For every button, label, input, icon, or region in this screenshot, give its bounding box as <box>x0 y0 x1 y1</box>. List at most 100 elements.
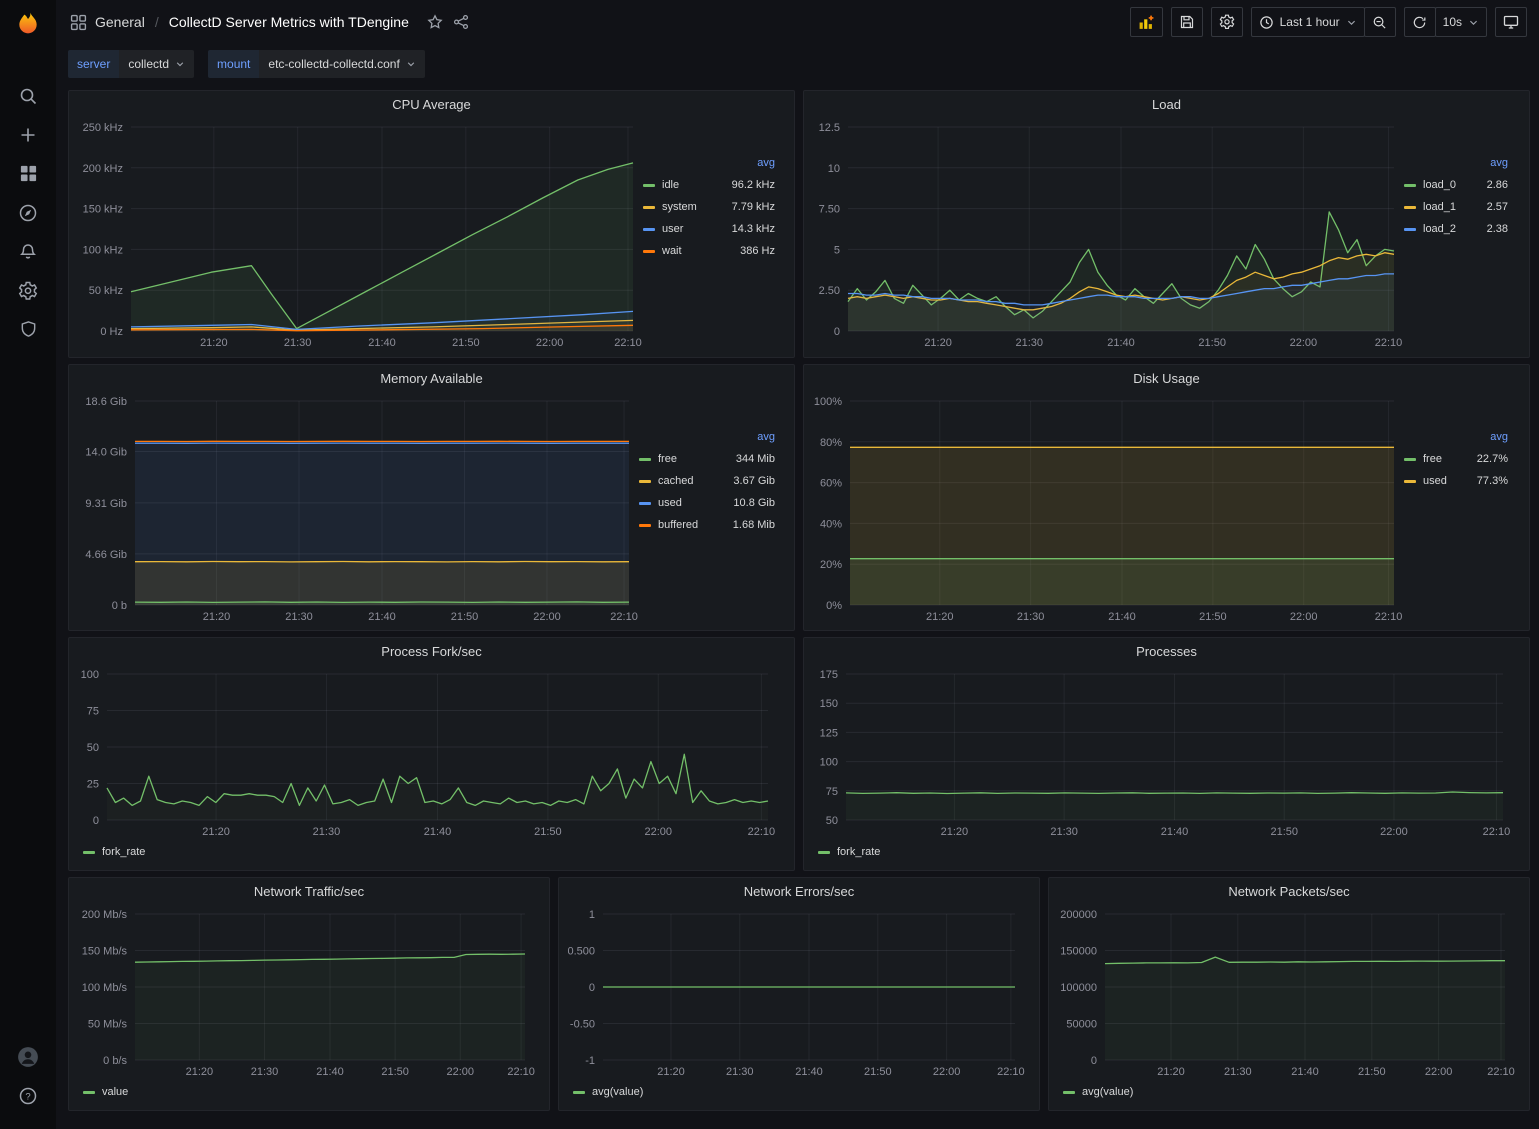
series-name[interactable]: load_2 <box>1423 223 1456 235</box>
legend-item[interactable]: value <box>83 1086 128 1098</box>
svg-text:75: 75 <box>826 786 838 798</box>
grafana-logo[interactable] <box>0 0 56 48</box>
legend-item[interactable]: idle96.2 kHz <box>643 175 777 195</box>
sidebar-item-configuration[interactable] <box>0 271 56 310</box>
timeseries-chart[interactable]: 0 b/s50 Mb/s100 Mb/s150 Mb/s200 Mb/s21:2… <box>73 904 535 1080</box>
panel-title[interactable]: Network Errors/sec <box>744 884 855 899</box>
legend-item[interactable]: buffered1.68 Mib <box>639 515 777 535</box>
series-name[interactable]: fork_rate <box>837 846 880 858</box>
variable-value-dropdown[interactable]: collectd <box>119 50 194 78</box>
panel-header[interactable]: Load <box>804 91 1529 117</box>
legend-item[interactable]: avg(value) <box>573 1086 643 1098</box>
panel-title[interactable]: Process Fork/sec <box>381 644 481 659</box>
legend-item[interactable]: load_02.86 <box>1404 175 1510 195</box>
legend-item[interactable]: used77.3% <box>1404 471 1510 491</box>
svg-text:22:00: 22:00 <box>446 1066 474 1078</box>
series-name[interactable]: cached <box>658 475 693 487</box>
timeseries-chart[interactable]: 02.5057.501012.521:2021:3021:4021:5022:0… <box>808 117 1404 351</box>
zoom-out-time-button[interactable] <box>1364 7 1396 37</box>
svg-text:21:40: 21:40 <box>368 611 396 623</box>
panel-title[interactable]: Load <box>1152 97 1181 112</box>
legend-item[interactable]: free22.7% <box>1404 449 1510 469</box>
panel-header[interactable]: Disk Usage <box>804 365 1529 391</box>
sidebar-item-search[interactable] <box>0 76 56 115</box>
legend-item[interactable]: fork_rate <box>818 846 880 858</box>
gear-icon <box>1219 14 1235 30</box>
series-name[interactable]: buffered <box>658 519 698 531</box>
timeseries-chart[interactable]: 0 Hz50 kHz100 kHz150 kHz200 kHz250 kHz21… <box>73 117 643 351</box>
panel-header[interactable]: Network Traffic/sec <box>69 878 549 904</box>
legend-item[interactable]: wait386 Hz <box>643 241 777 261</box>
panel-header[interactable]: Processes <box>804 638 1529 664</box>
panel-title[interactable]: Network Packets/sec <box>1228 884 1349 899</box>
legend-item[interactable]: system7.79 kHz <box>643 197 777 217</box>
legend-item[interactable]: cached3.67 Gib <box>639 471 777 491</box>
panel-header[interactable]: Memory Available <box>69 365 794 391</box>
share-icon[interactable] <box>453 14 469 30</box>
series-name[interactable]: idle <box>662 179 679 191</box>
star-icon[interactable] <box>427 14 443 30</box>
svg-text:21:50: 21:50 <box>1198 337 1226 349</box>
legend: avgfree22.7%used77.3% <box>1404 391 1516 628</box>
add-panel-button[interactable] <box>1130 7 1163 37</box>
series-name[interactable]: value <box>102 1086 128 1098</box>
series-name[interactable]: load_1 <box>1423 201 1456 213</box>
panel-title[interactable]: Network Traffic/sec <box>254 884 364 899</box>
refresh-interval-button[interactable]: 10s <box>1435 7 1487 37</box>
timeseries-chart[interactable]: 05000010000015000020000021:2021:3021:402… <box>1053 904 1515 1080</box>
dashboard-title[interactable]: CollectD Server Metrics with TDengine <box>169 14 409 30</box>
panel-header[interactable]: Network Errors/sec <box>559 878 1039 904</box>
panel-title[interactable]: Disk Usage <box>1133 371 1199 386</box>
sidebar-item-help[interactable]: ? <box>0 1076 56 1115</box>
panel-title[interactable]: Memory Available <box>380 371 482 386</box>
svg-text:250 kHz: 250 kHz <box>83 122 123 134</box>
sidebar-item-alerting[interactable] <box>0 232 56 271</box>
svg-text:21:30: 21:30 <box>1224 1066 1252 1078</box>
cycle-view-button[interactable] <box>1495 7 1527 37</box>
time-picker-button[interactable]: Last 1 hour <box>1251 7 1365 37</box>
timeseries-chart[interactable]: 0%20%40%60%80%100%21:2021:3021:4021:5022… <box>808 391 1404 625</box>
legend-item[interactable]: used10.8 Gib <box>639 493 777 513</box>
series-name[interactable]: wait <box>662 245 682 257</box>
series-name[interactable]: used <box>1423 475 1447 487</box>
series-name[interactable]: user <box>662 223 683 235</box>
series-name[interactable]: load_0 <box>1423 179 1456 191</box>
panel-header[interactable]: Process Fork/sec <box>69 638 794 664</box>
timeseries-chart[interactable]: 0 b4.66 Gib9.31 Gib14.0 Gib18.6 Gib21:20… <box>73 391 639 625</box>
svg-text:125: 125 <box>820 727 838 739</box>
sidebar-item-dashboards[interactable] <box>0 154 56 193</box>
refresh-button[interactable] <box>1404 7 1436 37</box>
series-name[interactable]: system <box>662 201 697 213</box>
dashboard-settings-button[interactable] <box>1211 7 1243 37</box>
legend-item[interactable]: user14.3 kHz <box>643 219 777 239</box>
legend-item[interactable]: fork_rate <box>83 846 145 858</box>
series-name[interactable]: fork_rate <box>102 846 145 858</box>
legend-item[interactable]: load_22.38 <box>1404 219 1510 239</box>
series-name[interactable]: used <box>658 497 682 509</box>
timeseries-chart[interactable]: -1-0.5000.500121:2021:3021:4021:5022:002… <box>563 904 1025 1080</box>
sidebar-item-explore[interactable] <box>0 193 56 232</box>
legend-item[interactable]: load_12.57 <box>1404 197 1510 217</box>
series-name[interactable]: free <box>1423 453 1442 465</box>
svg-text:100%: 100% <box>814 396 842 408</box>
timeseries-chart[interactable]: 507510012515017521:2021:3021:4021:5022:0… <box>808 664 1513 840</box>
variable-value-dropdown[interactable]: etc-collectd-collectd.conf <box>259 50 424 78</box>
breadcrumb-folder[interactable]: General <box>95 14 145 30</box>
svg-text:22:10: 22:10 <box>1487 1066 1515 1078</box>
series-name[interactable]: avg(value) <box>592 1086 643 1098</box>
sidebar-item-server-admin[interactable] <box>0 310 56 349</box>
panel-title[interactable]: CPU Average <box>392 97 471 112</box>
series-name[interactable]: free <box>658 453 677 465</box>
save-dashboard-button[interactable] <box>1171 7 1203 37</box>
clock-icon <box>1259 15 1274 30</box>
legend-item[interactable]: free344 Mib <box>639 449 777 469</box>
sidebar-item-profile[interactable] <box>0 1037 56 1076</box>
panel-title[interactable]: Processes <box>1136 644 1197 659</box>
legend-item[interactable]: avg(value) <box>1063 1086 1133 1098</box>
timeseries-chart[interactable]: 025507510021:2021:3021:4021:5022:0022:10 <box>73 664 778 840</box>
panel-header[interactable]: CPU Average <box>69 91 794 117</box>
svg-text:21:20: 21:20 <box>657 1066 685 1078</box>
sidebar-item-create[interactable] <box>0 115 56 154</box>
series-name[interactable]: avg(value) <box>1082 1086 1133 1098</box>
panel-header[interactable]: Network Packets/sec <box>1049 878 1529 904</box>
